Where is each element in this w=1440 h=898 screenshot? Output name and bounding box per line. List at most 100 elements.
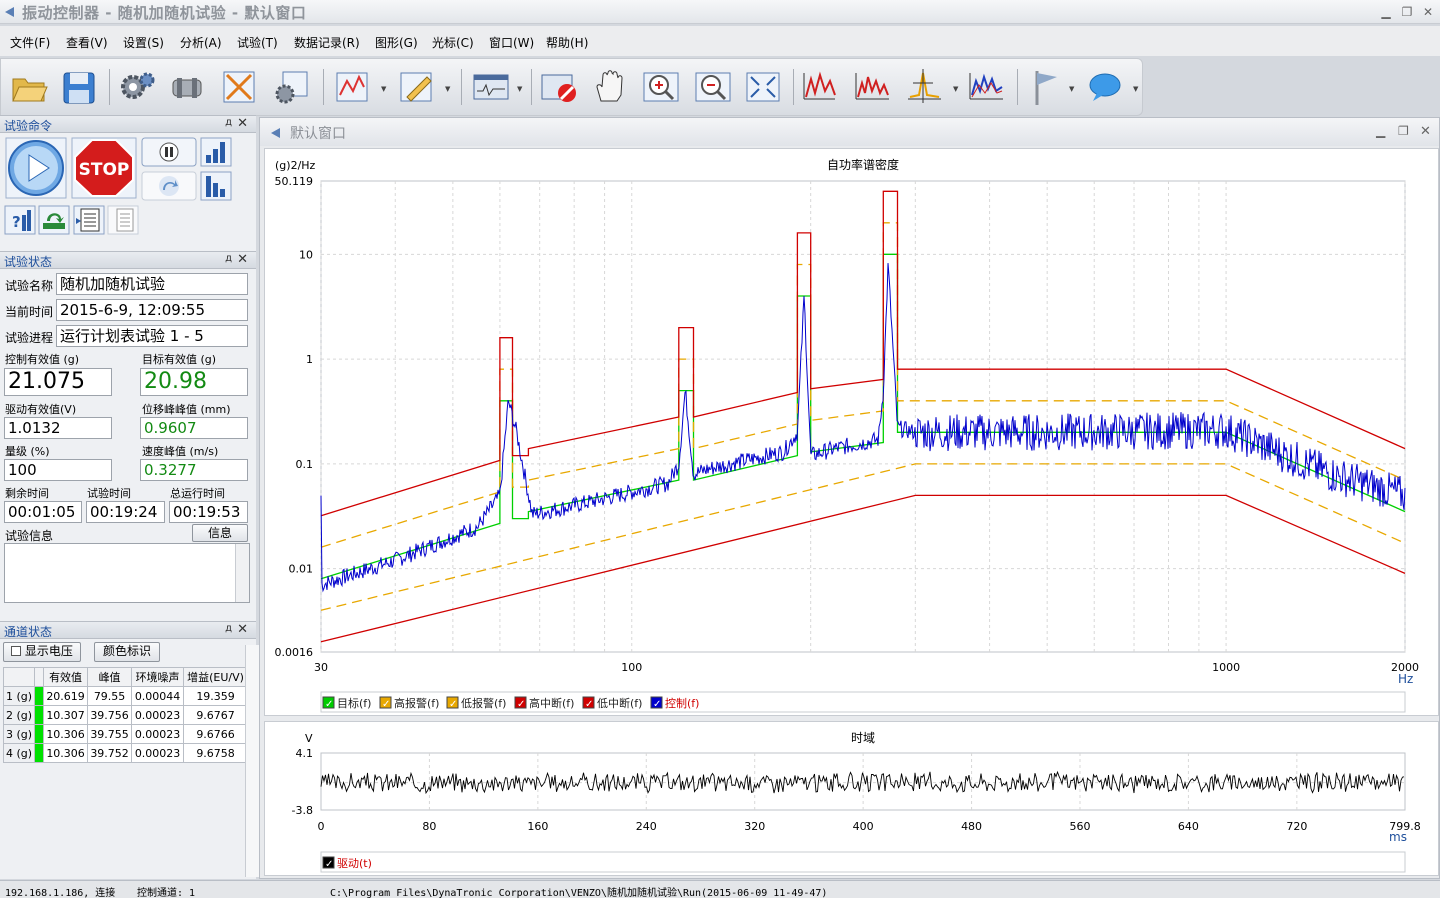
save-icon[interactable] <box>59 67 99 107</box>
close-icon[interactable]: ✕ <box>237 116 248 131</box>
chart-title: 自功率谱密度 <box>827 157 899 172</box>
close-icon[interactable]: ✕ <box>237 622 248 637</box>
menu-window[interactable]: 窗口(W) <box>489 34 534 51</box>
menu-test[interactable]: 试验(T) <box>237 34 278 51</box>
info-button[interactable]: 信息 <box>192 524 248 542</box>
reset-button[interactable] <box>38 205 70 235</box>
table-cell: 9.6767 <box>183 705 249 725</box>
color-tag-button[interactable]: 颜色标识 <box>94 642 160 662</box>
table-cell: 19.359 <box>183 686 249 706</box>
table-row[interactable]: 4 (g) 10.306 39.752 0.00023 9.6758 <box>2 743 249 763</box>
menu-analysis[interactable]: 分析(A) <box>180 34 222 51</box>
time-chart[interactable]: 时域Vms4.1-3.80 80 160 240 320 400 480 560 640 720 7… <box>265 722 1440 877</box>
schedule-button[interactable] <box>73 205 105 235</box>
dropdown-arrow-icon[interactable]: ▼ <box>1069 85 1074 93</box>
info-scrollbar[interactable] <box>235 544 249 602</box>
toolbar-separator <box>109 69 110 105</box>
level-down-button[interactable] <box>200 171 232 201</box>
level-up-button[interactable] <box>200 137 232 167</box>
status-panel-header: 试验状态 д ✕ <box>0 251 256 269</box>
pause-button[interactable] <box>141 137 197 167</box>
table-cell: 0.00023 <box>131 724 185 744</box>
channel-color-swatch <box>34 705 45 725</box>
chat-icon[interactable] <box>1085 67 1125 107</box>
spectrum-icon-3[interactable] <box>967 67 1007 107</box>
status-path: C:\Program Files\DynaTronic Corporation\… <box>330 888 828 898</box>
menu-cursor[interactable]: 光标(C) <box>432 34 474 51</box>
fit-icon[interactable] <box>743 67 783 107</box>
svg-text:?: ? <box>12 213 21 231</box>
psd-chart[interactable]: 自功率谱密度 (g)2/Hz Hz 50.119 10 1 0.1 0.01 0.001630 1… <box>265 149 1440 717</box>
x-tick-label: 799.8 <box>1389 820 1421 833</box>
spectrum-icon-2[interactable] <box>853 67 893 107</box>
pencil-icon[interactable] <box>397 67 437 107</box>
zoom-in-icon[interactable] <box>641 67 681 107</box>
x-tick-label: 2000 <box>1391 661 1419 674</box>
toolbar-separator <box>531 69 532 105</box>
dropdown-arrow-icon[interactable]: ▼ <box>953 85 958 93</box>
app-icon <box>5 7 14 17</box>
show-voltage-checkbox[interactable]: 显示电压 <box>3 642 81 662</box>
doc-restore-button[interactable]: ❐ <box>1398 124 1409 138</box>
dropdown-arrow-icon[interactable]: ▼ <box>517 85 522 93</box>
continue-button[interactable] <box>141 171 197 201</box>
close-icon[interactable]: ✕ <box>237 252 248 267</box>
close-button[interactable]: ✕ <box>1420 4 1436 20</box>
flag-icon[interactable] <box>1025 67 1065 107</box>
open-icon[interactable] <box>9 67 49 107</box>
toolbar-separator <box>461 69 462 105</box>
table-row[interactable]: 2 (g) 10.307 39.756 0.00023 9.6767 <box>2 705 249 725</box>
status-bar: 192.168.1.186, 连接 控制通道: 1 C:\Program Fil… <box>0 880 1440 898</box>
schedule-disabled-button[interactable] <box>107 205 139 235</box>
pin-icon[interactable]: д <box>225 623 232 634</box>
x-tick-label: 80 <box>422 820 436 833</box>
x-tick-label: 320 <box>744 820 765 833</box>
legend-label: 低中断(f) <box>597 696 642 710</box>
title-bar: 振动控制器 - 随机加随机试验 - 默认窗口 ▁ ❐ ✕ <box>0 0 1440 24</box>
table-row[interactable]: 1 (g) 20.619 79.55 0.00044 19.359 <box>2 686 249 706</box>
pin-icon[interactable]: д <box>225 117 232 128</box>
table-header: 峰值 <box>87 667 133 687</box>
doc-minimize-button[interactable]: ▁ <box>1376 124 1385 138</box>
start-button[interactable] <box>5 137 67 199</box>
stop-button[interactable]: STOP <box>71 137 137 199</box>
y-tick-label: -3.8 <box>292 804 313 817</box>
tools-icon[interactable] <box>219 67 259 107</box>
restore-button[interactable]: ❐ <box>1399 4 1415 20</box>
chart-edit-icon[interactable] <box>333 67 373 107</box>
test-info-textarea[interactable] <box>4 543 250 603</box>
table-row[interactable]: 3 (g) 10.306 39.755 0.00023 9.6766 <box>2 724 249 744</box>
doc-close-button[interactable]: ✕ <box>1420 124 1431 139</box>
channel-scrollbar[interactable] <box>245 645 259 877</box>
gears-icon[interactable] <box>271 67 311 107</box>
menu-data-record[interactable]: 数据记录(R) <box>294 34 360 51</box>
stop-record-icon[interactable] <box>539 67 579 107</box>
menu-help[interactable]: 帮助(H) <box>546 34 588 51</box>
waveform-window-icon[interactable] <box>471 67 511 107</box>
total-time-field: 00:19:53 <box>169 501 248 523</box>
minimize-button[interactable]: ▁ <box>1378 4 1394 20</box>
checkbox-box[interactable] <box>11 646 22 656</box>
pin-icon[interactable]: д <box>225 253 232 264</box>
zoom-out-icon[interactable] <box>693 67 733 107</box>
dropdown-arrow-icon[interactable]: ▼ <box>445 85 450 93</box>
x-tick-label: 480 <box>961 820 982 833</box>
menu-file[interactable]: 文件(F) <box>10 34 50 51</box>
y-tick-label: 10 <box>299 248 313 261</box>
legend-label: 目标(f) <box>337 696 371 710</box>
menu-view[interactable]: 查看(V) <box>66 34 108 51</box>
dropdown-arrow-icon[interactable]: ▼ <box>381 85 386 93</box>
test-info-label: 试验信息 <box>5 529 54 543</box>
hand-icon[interactable] <box>591 67 631 107</box>
status-ip: 192.168.1.186, 连接 <box>5 888 116 898</box>
menu-graphics[interactable]: 图形(G) <box>375 34 418 51</box>
x-tick-label: 240 <box>636 820 657 833</box>
peak-cursor-icon[interactable] <box>905 67 945 107</box>
menu-settings[interactable]: 设置(S) <box>123 34 164 51</box>
dropdown-arrow-icon[interactable]: ▼ <box>1133 85 1138 93</box>
help-level-button[interactable]: ? <box>4 205 36 235</box>
settings-icon[interactable] <box>117 67 157 107</box>
cylinder-icon[interactable] <box>167 67 207 107</box>
drive-rms-field: 1.0132 <box>4 417 112 439</box>
spectrum-icon-1[interactable] <box>801 67 841 107</box>
